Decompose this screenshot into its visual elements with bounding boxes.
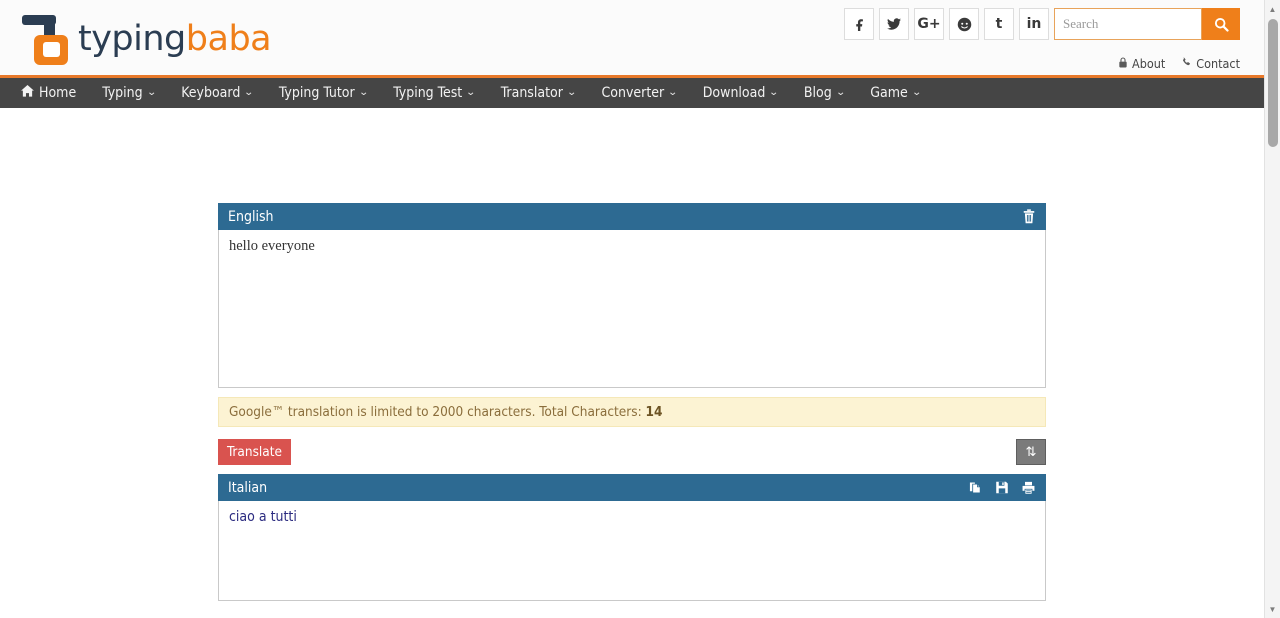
trash-icon[interactable] — [1022, 209, 1036, 224]
print-icon[interactable] — [1021, 481, 1036, 495]
nav-item-blog[interactable]: Blog ⌄ — [791, 78, 857, 108]
contact-link[interactable]: Contact — [1181, 56, 1240, 71]
site-header: typingbaba G+ t in Search About Contact — [0, 0, 1264, 78]
chevron-down-icon: ⌄ — [835, 87, 846, 98]
twitter-icon[interactable] — [879, 8, 909, 40]
chevron-down-icon: ⌄ — [244, 87, 255, 98]
copy-icon[interactable] — [968, 480, 983, 495]
target-panel-header: Italian — [218, 474, 1046, 501]
contact-link-label: Contact — [1196, 56, 1240, 71]
nav-item-blog-label: Blog — [803, 85, 832, 101]
nav-item-typing-tutor[interactable]: Typing Tutor ⌄ — [266, 78, 380, 108]
nav-item-game-label: Game — [870, 85, 908, 101]
target-panel-actions — [968, 480, 1036, 495]
nav-item-typing-tutor-label: Typing Tutor — [278, 85, 355, 101]
chevron-down-icon: ⌄ — [667, 87, 679, 98]
reddit-icon[interactable] — [949, 8, 979, 40]
translator-container: English hello everyone Google™ translati… — [218, 203, 1046, 601]
home-icon — [21, 85, 34, 101]
translator-action-row: Translate ⇅ — [218, 439, 1046, 465]
swap-languages-button[interactable]: ⇅ — [1016, 439, 1046, 465]
character-limit-notice: Google™ translation is limited to 2000 c… — [218, 397, 1046, 427]
search-button[interactable] — [1202, 8, 1240, 40]
logo-wordmark: typingbaba — [78, 18, 272, 59]
source-language-label: English — [228, 208, 274, 225]
scrollbar-thumb[interactable] — [1268, 19, 1278, 147]
browser-page: typingbaba G+ t in Search About Contact … — [0, 0, 1280, 618]
nav-item-typing-label: Typing — [102, 85, 143, 101]
chevron-down-icon: ⌄ — [769, 87, 780, 98]
character-limit-text: Google™ translation is limited to 2000 c… — [229, 404, 642, 420]
about-link-label: About — [1132, 56, 1166, 71]
nav-item-game[interactable]: Game ⌄ — [857, 78, 933, 108]
nav-item-keyboard[interactable]: Keyboard ⌄ — [168, 78, 266, 108]
search-input[interactable] — [1054, 8, 1202, 40]
scroll-down-arrow[interactable]: ▼ — [1265, 601, 1280, 617]
swap-vertical-icon: ⇅ — [1025, 444, 1037, 460]
logo-mark-icon — [18, 10, 76, 68]
phone-icon — [1181, 56, 1192, 71]
site-logo[interactable]: typingbaba — [18, 8, 272, 70]
nav-item-download[interactable]: Download ⌄ — [690, 78, 791, 108]
source-panel-actions — [1022, 209, 1036, 224]
about-link[interactable]: About — [1118, 56, 1165, 71]
search-icon — [1214, 17, 1229, 32]
chevron-down-icon: ⌄ — [358, 87, 369, 98]
main-navigation: Home Typing ⌄ Keyboard ⌄ Typing Tutor ⌄ … — [0, 78, 1264, 108]
nav-item-converter-label: Converter — [601, 85, 665, 101]
chevron-down-icon: ⌄ — [911, 87, 922, 98]
scroll-up-arrow[interactable]: ▲ — [1265, 1, 1280, 17]
character-count: 14 — [645, 404, 663, 420]
linkedin-icon[interactable]: in — [1019, 8, 1049, 40]
facebook-icon[interactable] — [844, 8, 874, 40]
nav-item-translator[interactable]: Translator ⌄ — [488, 78, 589, 108]
header-secondary-links: About Contact — [1102, 56, 1240, 71]
header-right-controls: G+ t in — [844, 8, 1240, 40]
translator-page: English hello everyone Google™ translati… — [0, 108, 1264, 601]
lock-icon — [1118, 56, 1128, 71]
translate-button[interactable]: Translate — [218, 439, 291, 465]
chevron-down-icon: ⌄ — [566, 87, 577, 98]
browser-scrollbar[interactable]: ▲ ▼ — [1264, 0, 1280, 618]
source-panel-header: English — [218, 203, 1046, 230]
save-icon[interactable] — [995, 480, 1009, 495]
chevron-down-icon: ⌄ — [146, 87, 157, 98]
nav-item-download-label: Download — [702, 85, 766, 101]
nav-item-home[interactable]: Home — [8, 78, 89, 108]
nav-item-converter[interactable]: Converter ⌄ — [588, 78, 689, 108]
google-plus-icon[interactable]: G+ — [914, 8, 944, 40]
nav-item-typing-test-label: Typing Test — [393, 85, 463, 101]
target-language-label: Italian — [228, 479, 268, 496]
logo-text-baba: baba — [185, 18, 272, 59]
nav-item-keyboard-label: Keyboard — [181, 85, 241, 101]
logo-text-typing: typing — [78, 18, 186, 59]
page-viewport: typingbaba G+ t in Search About Contact … — [0, 0, 1264, 618]
tumblr-icon[interactable]: t — [984, 8, 1014, 40]
chevron-down-icon: ⌄ — [465, 87, 477, 98]
source-text-area[interactable]: hello everyone — [218, 230, 1046, 388]
nav-item-translator-label: Translator — [500, 85, 563, 101]
nav-item-typing[interactable]: Typing ⌄ — [89, 78, 168, 108]
target-text-area[interactable]: ciao a tutti — [218, 501, 1046, 601]
nav-item-home-label: Home — [39, 85, 77, 101]
nav-item-typing-test[interactable]: Typing Test ⌄ — [380, 78, 488, 108]
